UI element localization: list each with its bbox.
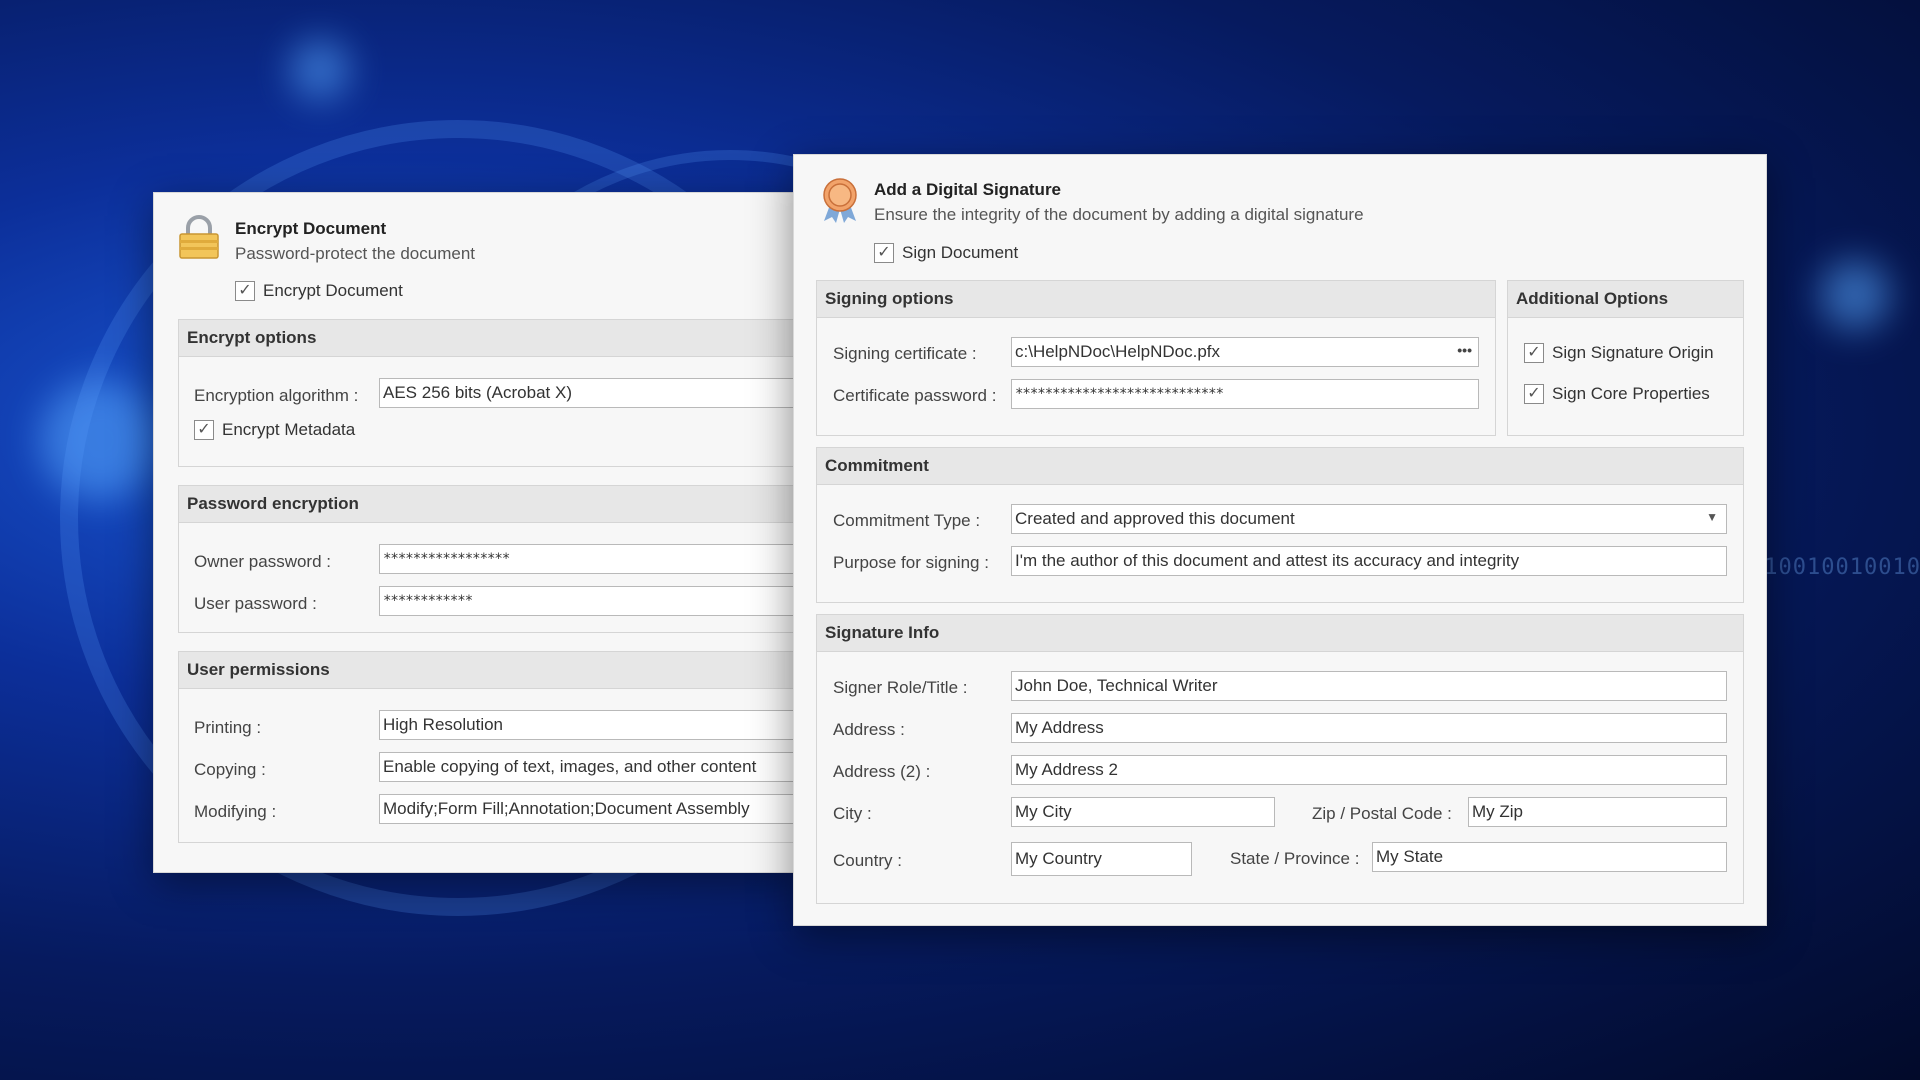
commitment-type-dropdown[interactable]: Created and approved this document ▼ [1011,504,1727,534]
signature-info-group: Signature Info Signer Role/Title : John … [816,614,1744,904]
encrypt-metadata-checkbox-label: Encrypt Metadata [222,420,356,439]
digital-signature-panel: Add a Digital Signature Ensure the integ… [793,154,1767,926]
copying-label: Copying : [194,760,266,779]
city-value: My City [1015,802,1072,821]
encrypt-metadata-checkbox[interactable]: ✓ Encrypt Metadata [194,420,355,440]
state-field[interactable]: My State [1372,842,1727,872]
background-glow [290,40,350,100]
encryption-algorithm-label: Encryption algorithm : [194,386,359,405]
checkmark-icon: ✓ [1524,343,1544,363]
zip-label: Zip / Postal Code : [1312,804,1452,823]
sign-core-properties-label: Sign Core Properties [1552,384,1710,403]
checkmark-icon: ✓ [1524,384,1544,404]
lock-icon [178,215,220,259]
checkmark-icon: ✓ [194,420,214,440]
printing-value: High Resolution [383,715,504,734]
background-glow [1820,260,1890,330]
state-value: My State [1376,847,1444,866]
address2-field[interactable]: My Address 2 [1011,755,1727,785]
user-password-label: User password : [194,594,317,613]
city-label: City : [833,804,872,823]
sign-core-properties-checkbox[interactable]: ✓ Sign Core Properties [1524,384,1710,404]
address-label: Address : [833,720,905,739]
sign-signature-origin-checkbox[interactable]: ✓ Sign Signature Origin [1524,343,1714,363]
signer-role-value: John Doe, Technical Writer [1015,676,1218,695]
address-field[interactable]: My Address [1011,713,1727,743]
browse-ellipsis-icon[interactable]: ••• [1457,342,1472,358]
owner-password-label: Owner password : [194,552,331,571]
background-binary-pattern: 01001001001001 [1750,555,1920,580]
printing-field[interactable]: High Resolution [379,710,839,740]
signature-info-header: Signature Info [817,615,1743,652]
additional-options-header: Additional Options [1508,281,1743,318]
signer-role-field[interactable]: John Doe, Technical Writer [1011,671,1727,701]
certificate-password-field[interactable]: **************************** [1011,379,1479,409]
sign-document-checkbox-label: Sign Document [902,243,1019,262]
encrypt-options-header: Encrypt options [179,320,817,357]
encrypt-options-group: Encrypt options Encryption algorithm : A… [178,319,839,467]
user-permissions-header: User permissions [179,652,817,689]
zip-value: My Zip [1472,802,1523,821]
printing-label: Printing : [194,718,262,737]
purpose-for-signing-value: I'm the author of this document and atte… [1015,551,1520,570]
commitment-type-label: Commitment Type : [833,511,981,530]
country-value: My Country [1015,849,1102,868]
background-glow [40,380,160,500]
encryption-algorithm-value: AES 256 bits (Acrobat X) [383,383,572,402]
modifying-value: Modify;Form Fill;Annotation;Document Ass… [383,799,750,818]
signing-options-header: Signing options [817,281,1495,318]
commitment-type-value: Created and approved this document [1015,509,1295,528]
signature-panel-title: Add a Digital Signature [874,180,1062,199]
owner-password-value: ***************** [383,551,510,567]
modifying-field[interactable]: Modify;Form Fill;Annotation;Document Ass… [379,794,839,824]
signing-certificate-value: c:\HelpNDoc\HelpNDoc.pfx [1015,342,1221,361]
encrypt-panel-title: Encrypt Document [235,219,387,238]
sign-signature-origin-label: Sign Signature Origin [1552,343,1714,362]
signing-certificate-label: Signing certificate : [833,344,977,363]
encrypt-document-checkbox-label: Encrypt Document [263,281,403,300]
modifying-label: Modifying : [194,802,277,821]
password-encryption-group: Password encryption Owner password : ***… [178,485,839,633]
country-field[interactable]: My Country [1011,842,1192,876]
state-label: State / Province : [1230,849,1360,868]
chevron-down-icon[interactable]: ▼ [1706,510,1718,524]
sign-document-checkbox[interactable]: ✓ Sign Document [874,243,1018,263]
certificate-password-label: Certificate password : [833,386,997,405]
checkmark-icon: ✓ [235,281,255,301]
purpose-for-signing-field[interactable]: I'm the author of this document and atte… [1011,546,1727,576]
country-label: Country : [833,851,902,870]
certificate-badge-icon [818,177,862,223]
address2-value: My Address 2 [1015,760,1118,779]
encrypt-document-panel: Encrypt Document Password-protect the do… [153,192,839,873]
zip-field[interactable]: My Zip [1468,797,1727,827]
address2-label: Address (2) : [833,762,931,781]
user-password-field[interactable]: ************ [379,586,839,616]
signer-role-label: Signer Role/Title : [833,678,968,697]
encrypt-document-checkbox[interactable]: ✓ Encrypt Document [235,281,403,301]
certificate-password-value: **************************** [1015,386,1224,402]
password-encryption-header: Password encryption [179,486,817,523]
copying-value: Enable copying of text, images, and othe… [383,757,757,776]
user-permissions-group: User permissions Printing : High Resolut… [178,651,839,843]
signature-panel-subtitle: Ensure the integrity of the document by … [874,205,1364,224]
purpose-for-signing-label: Purpose for signing : [833,553,989,572]
city-field[interactable]: My City [1011,797,1275,827]
encrypt-panel-subtitle: Password-protect the document [235,244,476,263]
user-password-value: ************ [383,593,473,609]
copying-field[interactable]: Enable copying of text, images, and othe… [379,752,839,782]
additional-options-group: Additional Options ✓ Sign Signature Orig… [1507,280,1744,436]
signing-options-group: Signing options Signing certificate : c:… [816,280,1496,436]
checkmark-icon: ✓ [874,243,894,263]
signing-certificate-field[interactable]: c:\HelpNDoc\HelpNDoc.pfx ••• [1011,337,1479,367]
owner-password-field[interactable]: ***************** [379,544,839,574]
commitment-group: Commitment Commitment Type : Created and… [816,447,1744,603]
commitment-header: Commitment [817,448,1743,485]
address-value: My Address [1015,718,1104,737]
encryption-algorithm-field[interactable]: AES 256 bits (Acrobat X) [379,378,839,408]
